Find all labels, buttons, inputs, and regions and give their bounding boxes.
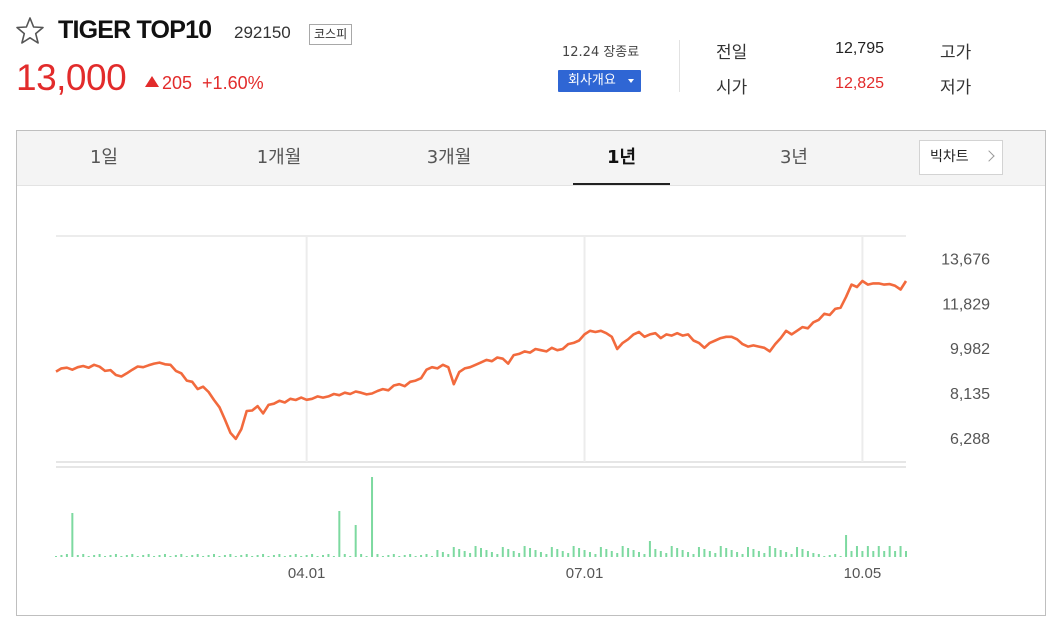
y-tick-label: 6,288 xyxy=(950,431,990,448)
y-tick-label: 8,135 xyxy=(950,386,990,403)
x-tick-label: 10.05 xyxy=(844,565,882,582)
y-tick-label: 9,982 xyxy=(950,341,990,358)
y-tick-label: 11,829 xyxy=(942,296,990,313)
y-tick-label: 13,676 xyxy=(941,251,990,268)
price-line xyxy=(55,279,908,441)
x-tick-label: 04.01 xyxy=(288,565,326,582)
price-chart: 04.01 07.01 10.05 13,676 11,829 9,982 8,135 6,2… xyxy=(55,235,990,582)
x-tick-label: 07.01 xyxy=(566,565,604,582)
